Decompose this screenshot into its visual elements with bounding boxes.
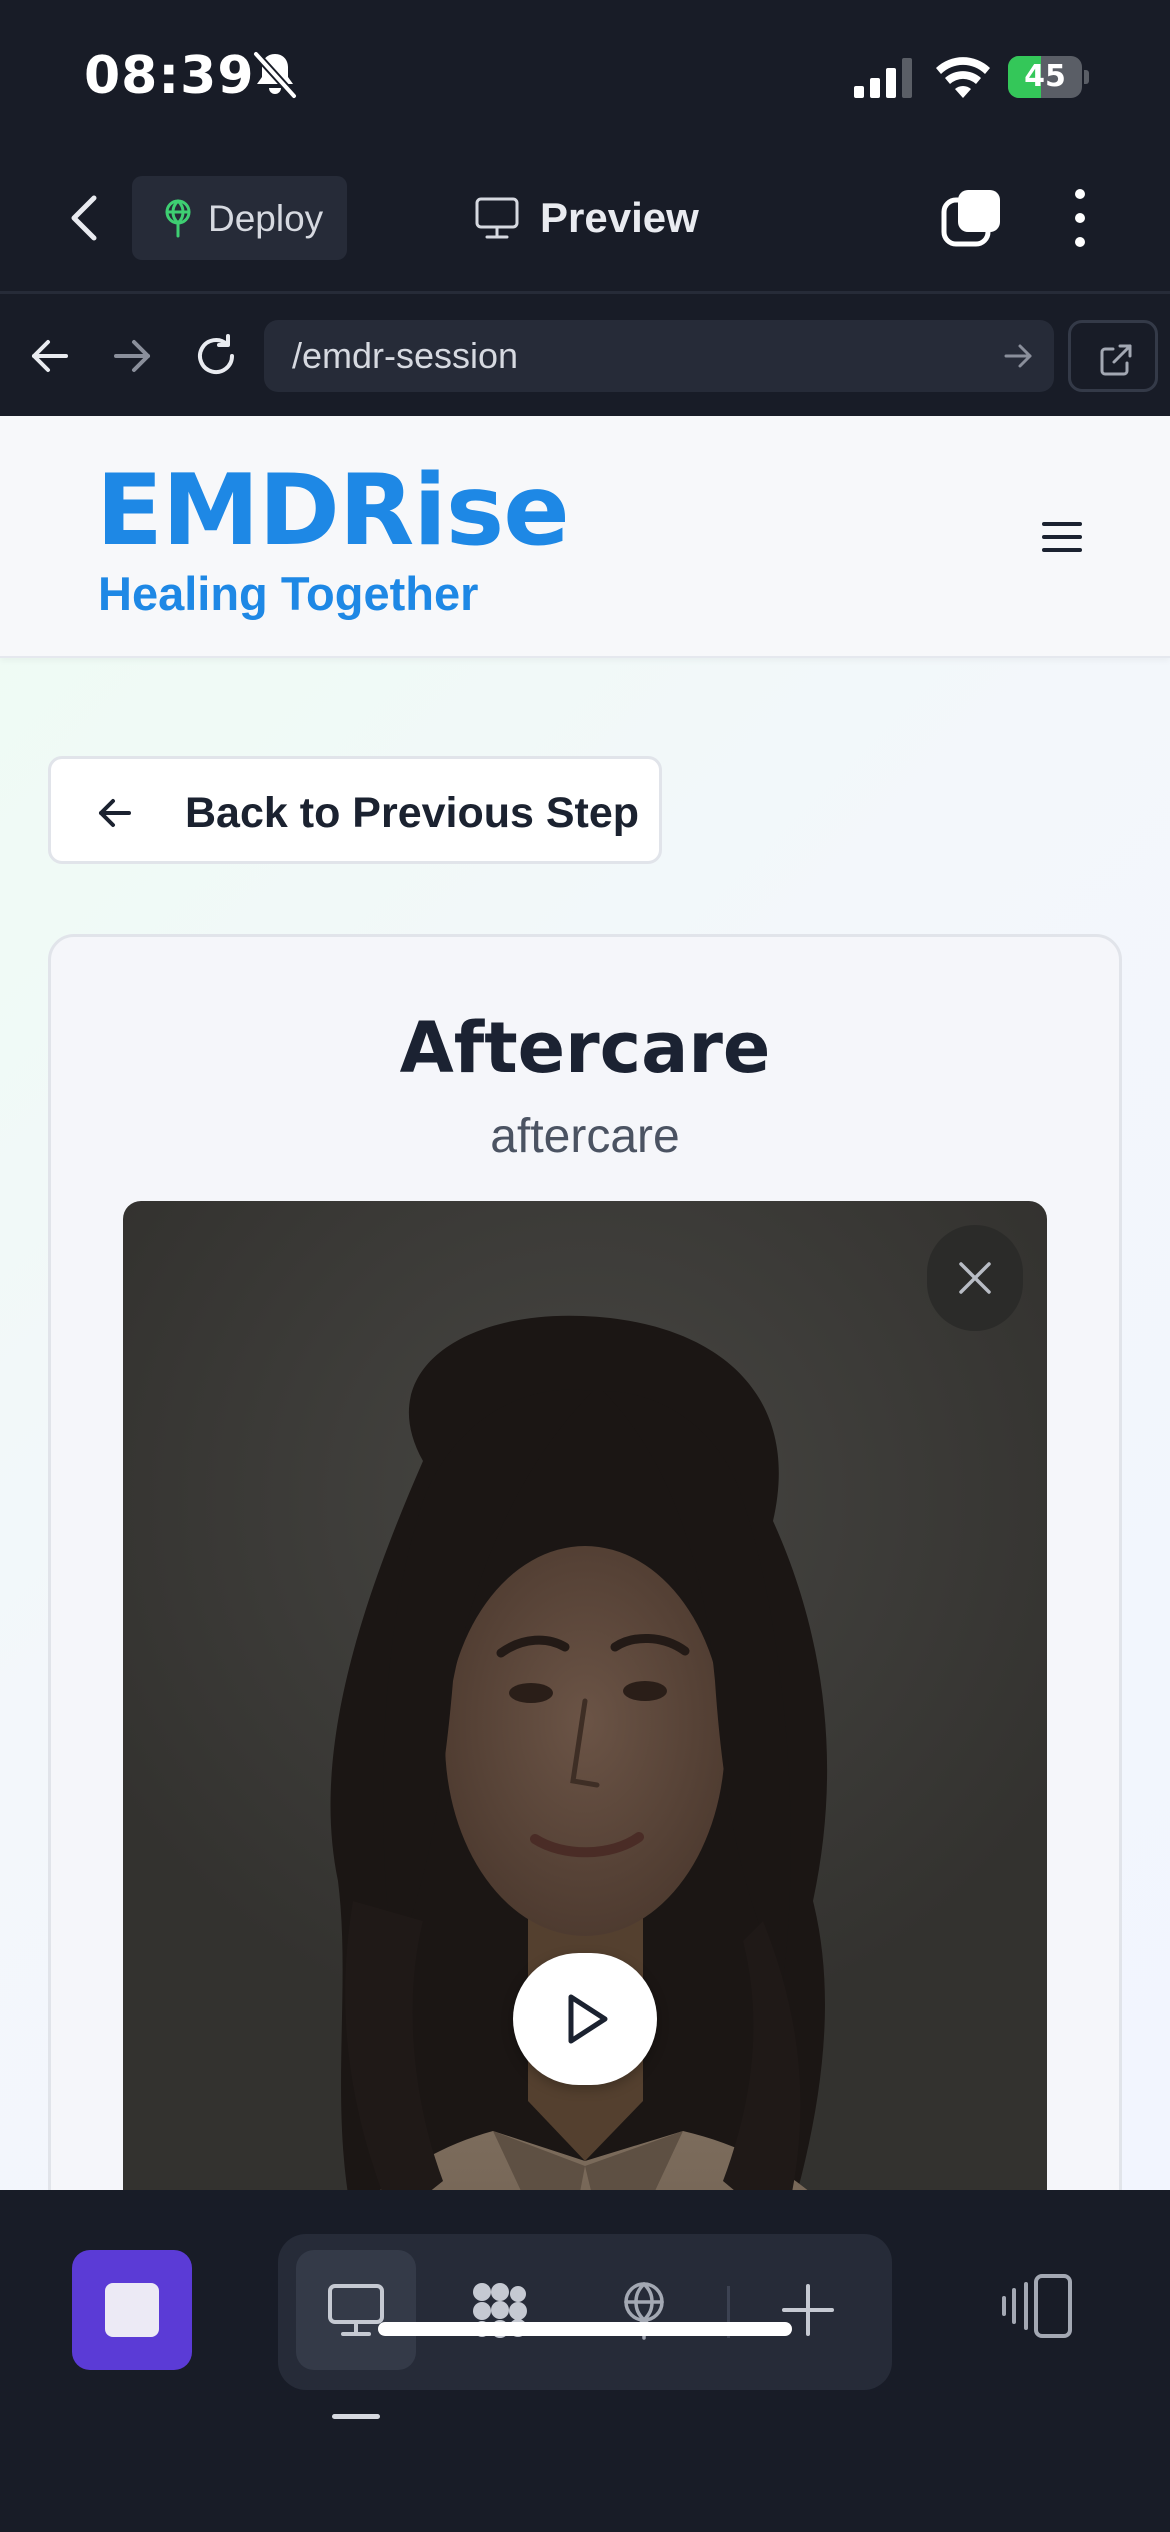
play-button[interactable] <box>513 1953 657 2085</box>
tab-deploy[interactable] <box>584 2250 704 2370</box>
play-icon <box>568 1994 608 2044</box>
open-external-button[interactable] <box>1068 320 1158 392</box>
close-video-button[interactable] <box>927 1225 1023 1331</box>
site-header: EMDRise Healing Together <box>0 416 1170 658</box>
step-subtitle: aftercare <box>490 1110 680 1163</box>
close-icon <box>959 1262 991 1294</box>
back-button-label: Back to Previous Step <box>185 789 640 837</box>
deploy-button[interactable]: Deploy <box>132 176 347 260</box>
more-vertical-icon[interactable] <box>1070 186 1090 250</box>
monitor-icon <box>328 2284 384 2336</box>
deploy-label: Deploy <box>208 198 324 239</box>
bell-slash-icon <box>253 51 297 99</box>
preview-viewport: EMDRise Healing Together Back to Previou… <box>0 416 1170 2190</box>
tab-workspace[interactable] <box>440 2250 560 2370</box>
url-field[interactable]: /emdr-session <box>264 320 1054 392</box>
device-panel-icon[interactable] <box>1000 2272 1076 2340</box>
go-arrow-icon[interactable] <box>1002 340 1034 372</box>
hamburger-menu-icon[interactable] <box>1042 522 1082 552</box>
back-to-previous-step-button[interactable]: Back to Previous Step <box>48 756 662 864</box>
stop-button[interactable] <box>72 2250 192 2370</box>
status-time: 08:39 <box>84 46 255 106</box>
arrow-left-icon[interactable] <box>26 332 74 380</box>
battery-charging-icon: 45 <box>1008 56 1089 98</box>
deploy-icon <box>165 199 191 238</box>
battery-level: 45 <box>1024 59 1066 94</box>
url-text: /emdr-session <box>292 335 519 376</box>
url-bar: /emdr-session <box>0 296 1170 416</box>
view-switcher <box>278 2234 892 2390</box>
chevron-left-icon[interactable] <box>60 188 108 248</box>
external-link-icon <box>1100 344 1132 376</box>
step-title: Aftercare <box>399 1007 771 1089</box>
home-indicator <box>378 2322 792 2336</box>
tabs-icon[interactable] <box>940 186 1004 250</box>
active-tab-indicator <box>332 2414 380 2419</box>
monitor-icon <box>475 197 519 239</box>
session-card: Aftercare aftercare <box>48 934 1122 2190</box>
cellular-signal-icon <box>854 58 912 98</box>
status-bar: 08:39 45 <box>0 0 1170 150</box>
reload-icon[interactable] <box>192 332 240 380</box>
editor-top-bar: Deploy Preview <box>0 150 1170 294</box>
video-player[interactable] <box>123 1201 1047 2190</box>
stop-icon <box>105 2283 159 2337</box>
preview-label: Preview <box>540 194 699 241</box>
arrow-right-icon[interactable] <box>108 332 156 380</box>
bottom-toolbar <box>0 2190 1170 2532</box>
arrow-left-icon <box>99 799 131 827</box>
brand-logo[interactable]: EMDRise <box>96 454 570 568</box>
brand-tagline: Healing Together <box>98 567 479 620</box>
tab-preview[interactable] <box>296 2250 416 2370</box>
add-tab-button[interactable] <box>748 2250 868 2370</box>
wifi-icon <box>936 57 990 98</box>
